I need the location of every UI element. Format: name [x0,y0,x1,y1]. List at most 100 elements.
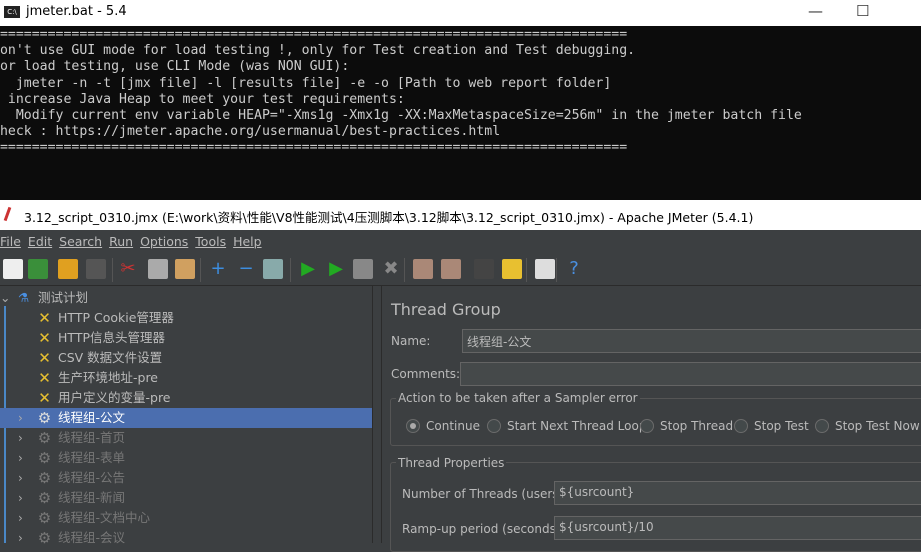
radio-continue[interactable]: Continue [406,419,480,433]
test-plan-tree[interactable]: ⌄ ⚗ 测试计划 ✕ HTTP Cookie管理器 ✕ HTTP信息头管理器 ✕ CSV … [0,286,372,547]
minimize-button[interactable]: — [808,2,823,20]
tree-item-label: 线程组-公告 [58,470,126,485]
jmeter-title-bar: 3.12_script_0310.jmx (E:\work\资料\性能\V8性能… [0,200,921,230]
start-icon[interactable]: ▶ [298,259,318,279]
radio-circle[interactable] [734,419,748,433]
chevron-right-icon[interactable]: › [18,488,23,508]
tree-item[interactable]: › ⚙ 线程组-公告 [0,468,372,488]
chevron-right-icon[interactable]: › [18,468,23,488]
clear-all-icon[interactable] [441,259,461,279]
tree-item-label: HTTP Cookie管理器 [58,310,174,325]
stop-icon[interactable] [353,259,373,279]
function-helper-icon[interactable] [535,259,555,279]
tree-item[interactable]: › ⚙ 线程组-表单 [0,448,372,468]
wrench-icon: ✕ [38,389,51,407]
split-pane-divider[interactable] [372,286,382,543]
console-line: Modify current env variable HEAP="-Xms1g… [0,108,802,124]
menu-search[interactable]: Search [59,230,105,249]
console-line: For load testing, use CLI Mode (was NON … [0,59,350,75]
tree-item[interactable]: ✕ CSV 数据文件设置 [0,348,372,368]
radio-label: Stop Test Now [835,419,920,433]
copy-icon[interactable] [148,259,168,279]
chevron-right-icon[interactable]: › [18,408,23,428]
save-icon[interactable] [86,259,106,279]
menu-edit[interactable]: Edit [28,230,55,249]
chevron-right-icon[interactable]: › [18,528,23,548]
radio-label: Continue [426,419,480,433]
radio-circle[interactable] [640,419,654,433]
gear-icon: ⚙ [37,409,52,427]
open-icon[interactable] [58,259,78,279]
console-line: ========================================… [0,140,628,156]
wrench-icon: ✕ [38,309,51,327]
templates-icon[interactable] [28,259,48,279]
help-icon[interactable]: ? [564,259,584,279]
tree-item[interactable]: › ⚙ 线程组-首页 [0,428,372,448]
menu-help[interactable]: Help [233,230,265,249]
tree-root-test-plan[interactable]: ⌄ ⚗ 测试计划 [0,288,372,308]
thread-group-panel: Thread Group Name: 线程组-公文 Comments: Acti… [382,286,921,552]
tree-item[interactable]: ✕ 生产环境地址-pre [0,368,372,388]
paste-icon[interactable] [175,259,195,279]
radio-label: Stop Thread [660,419,734,433]
radio-circle[interactable] [815,419,829,433]
name-label: Name: [391,334,431,348]
tree-item-label: 线程组-首页 [58,430,126,445]
expand-icon[interactable]: + [208,259,228,279]
toggle-icon[interactable] [263,259,283,279]
comments-label: Comments: [391,367,461,381]
tree-item-label: 线程组-文档中心 [58,510,151,525]
menu-options[interactable]: Options [140,230,191,249]
menu-tools[interactable]: Tools [195,230,229,249]
collapse-icon[interactable]: − [236,259,256,279]
radio-circle[interactable] [487,419,501,433]
console-line: Don't use GUI mode for load testing !, o… [0,43,636,59]
chevron-right-icon[interactable]: › [18,428,23,448]
toolbar-separator [404,258,405,282]
cut-icon[interactable]: ✂ [118,259,138,279]
clear-icon[interactable] [413,259,433,279]
tree-item[interactable]: ✕ HTTP Cookie管理器 [0,308,372,328]
tree-item[interactable]: › ⚙ 线程组-文档中心 [0,508,372,528]
threads-label: Number of Threads (users): [402,487,568,501]
maximize-button[interactable]: ☐ [856,2,869,20]
wrench-icon: ✕ [38,329,51,347]
tree-item-label: 线程组-新闻 [58,490,126,505]
rampup-input[interactable]: ${usrcount}/10 [554,516,921,540]
console-line: Check : https://jmeter.apache.org/userma… [0,124,501,140]
menu-bar: File Edit Search Run Options Tools Help [0,230,921,252]
tree-item-label: 线程组-公文 [58,410,126,425]
search-icon[interactable] [474,259,494,279]
new-icon[interactable] [3,259,23,279]
tree-item[interactable]: › ⚙ 线程组-公文 [0,408,372,428]
toolbar-separator [556,258,557,282]
menu-file[interactable]: File [0,230,24,249]
start-no-pauses-icon[interactable]: ▶ [326,259,346,279]
comments-input[interactable] [460,362,921,386]
radio-stop-test-now[interactable]: Stop Test Now [815,419,920,433]
radio-start-next-thread-loop[interactable]: Start Next Thread Loop [487,419,646,433]
tree-item[interactable]: › ⚙ 线程组-新闻 [0,488,372,508]
reset-search-icon[interactable] [502,259,522,279]
radio-stop-thread[interactable]: Stop Thread [640,419,733,433]
tree-item[interactable]: › ⚙ 线程组-会议 [0,528,372,548]
shutdown-icon[interactable]: ✖ [381,259,401,279]
chevron-right-icon[interactable]: › [18,508,23,528]
radio-circle[interactable] [406,419,420,433]
action-legend: Action to be taken after a Sampler error [396,391,640,405]
name-input[interactable]: 线程组-公文 [462,329,921,353]
radio-stop-test[interactable]: Stop Test [734,419,809,433]
menu-run[interactable]: Run [109,230,136,249]
toolbar-separator [112,258,113,282]
tree-item[interactable]: ✕ HTTP信息头管理器 [0,328,372,348]
chevron-down-icon[interactable]: ⌄ [0,288,10,308]
tree-item-label: CSV 数据文件设置 [58,350,163,365]
tree-item[interactable]: ✕ 用户定义的变量-pre [0,388,372,408]
console-line: jmeter -n -t [jmx file] -l [results file… [0,75,612,91]
chevron-right-icon[interactable]: › [18,448,23,468]
threads-input[interactable]: ${usrcount} [554,481,921,505]
tree-item-label: 线程组-会议 [58,530,126,545]
gear-icon: ⚙ [37,449,52,467]
panel-title: Thread Group [391,300,501,319]
console-title-bar: C:\ jmeter.bat - 5.4 — ☐ [0,0,921,26]
